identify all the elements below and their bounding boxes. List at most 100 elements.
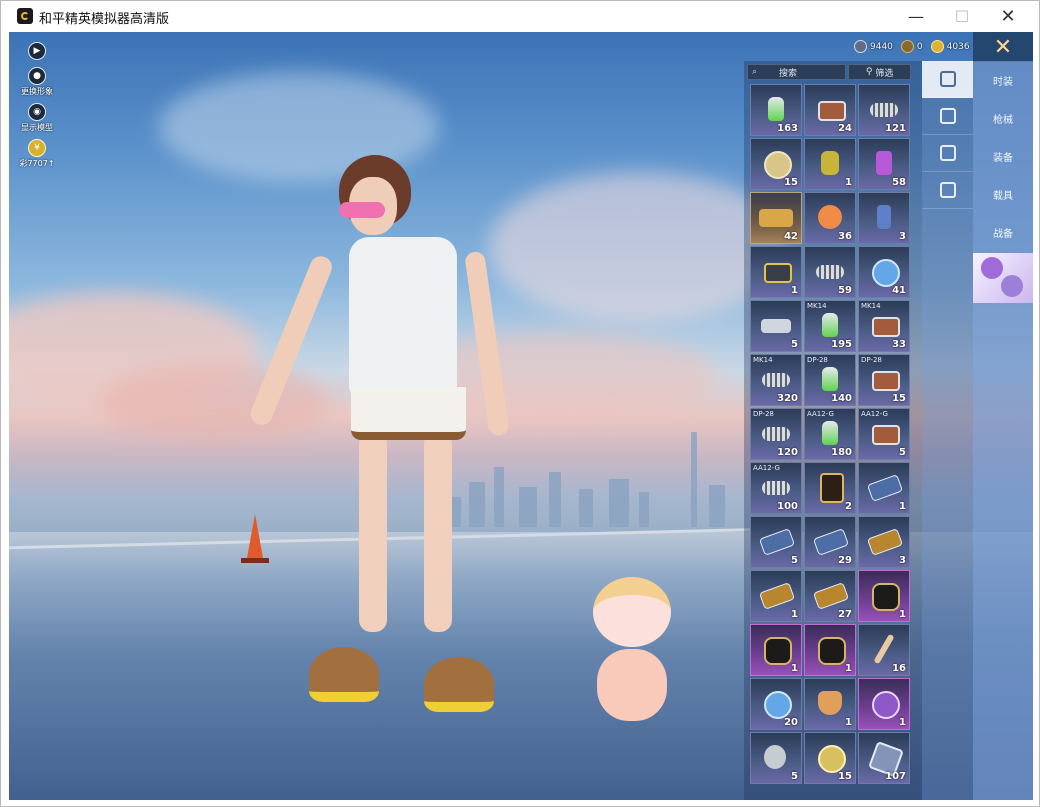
show-model-button[interactable]: ◉ 显示模型: [17, 103, 57, 133]
pet-companion[interactable]: [589, 577, 679, 727]
spring-icon: [762, 481, 790, 495]
minimize-button[interactable]: —: [893, 1, 939, 31]
inventory-slot[interactable]: MK14 195: [804, 300, 856, 352]
crate-icon: [764, 263, 792, 283]
inventory-slot[interactable]: AA12-G 100: [750, 462, 802, 514]
close-window-button[interactable]: ✕: [985, 1, 1031, 31]
item-weapon-tag: DP-28: [753, 410, 774, 418]
tab-vehicles[interactable]: 载具: [973, 175, 1033, 213]
grenade-icon: [821, 151, 839, 175]
card-category-icon: [939, 71, 956, 87]
inventory-slot[interactable]: 121: [858, 84, 910, 136]
item-quantity: 16: [892, 663, 906, 674]
inventory-slot[interactable]: 3: [858, 192, 910, 244]
inventory-slot[interactable]: AA12-G 5: [858, 408, 910, 460]
pony-event-banner[interactable]: [973, 253, 1033, 303]
green-canister-icon: [768, 97, 784, 121]
item-weapon-tag: MK14: [753, 356, 773, 364]
inventory-slot[interactable]: 5: [750, 732, 802, 784]
stick-icon: [873, 633, 895, 665]
green-canister-icon: [822, 367, 838, 391]
hud-play-button[interactable]: ▶: [17, 42, 57, 61]
item-quantity: 5: [899, 447, 906, 458]
inventory-slot[interactable]: 1: [804, 678, 856, 730]
item-quantity: 15: [784, 177, 798, 188]
inventory-slot[interactable]: DP-28 15: [858, 354, 910, 406]
tab-battle-prep[interactable]: 战备: [973, 213, 1033, 251]
inventory-slot[interactable]: MK14 33: [858, 300, 910, 352]
inventory-slot[interactable]: 42: [750, 192, 802, 244]
item-quantity: 1: [845, 717, 852, 728]
gold-coin-icon: [818, 745, 846, 773]
play-icon: ▶: [28, 42, 46, 60]
spray-bottle-icon: [877, 205, 891, 229]
inventory-slot[interactable]: 163: [750, 84, 802, 136]
item-quantity: 1: [791, 285, 798, 296]
tab-firearms[interactable]: 枪械: [973, 99, 1033, 137]
category-button[interactable]: [922, 98, 973, 135]
maximize-button[interactable]: ☐: [939, 1, 985, 31]
coin-menu-button[interactable]: ¥ 彩7707↑: [17, 139, 57, 169]
item-quantity: 29: [838, 555, 852, 566]
search-input[interactable]: ⌕ 搜索: [747, 64, 847, 80]
inventory-slot[interactable]: 58: [858, 138, 910, 190]
inventory-slot[interactable]: 5: [750, 300, 802, 352]
inventory-slot[interactable]: 1: [804, 138, 856, 190]
inventory-slot[interactable]: 27: [804, 570, 856, 622]
inventory-slot[interactable]: 1: [858, 678, 910, 730]
show-model-label: 显示模型: [21, 123, 53, 132]
coin-menu-label: 彩7707↑: [19, 159, 55, 168]
orb-icon: [872, 259, 900, 287]
character-arm: [464, 250, 510, 437]
inventory-slot[interactable]: 20: [750, 678, 802, 730]
item-quantity: 3: [899, 555, 906, 566]
inventory-slot[interactable]: 3: [858, 516, 910, 568]
inventory-slot[interactable]: 107: [858, 732, 910, 784]
spring-icon: [816, 265, 844, 279]
loot-box-icon: [818, 101, 846, 121]
inventory-slot[interactable]: 16: [858, 624, 910, 676]
item-weapon-tag: MK14: [861, 302, 881, 310]
pet-head: [593, 577, 671, 647]
category-button[interactable]: [922, 172, 973, 209]
item-quantity: 320: [777, 393, 798, 404]
item-quantity: 121: [885, 123, 906, 134]
hud-left-menu: ▶ ● 更换形象 ◉ 显示模型 ¥ 彩7707↑: [17, 42, 77, 175]
inventory-slot[interactable]: DP-28 120: [750, 408, 802, 460]
inventory-slot[interactable]: 2: [804, 462, 856, 514]
inventory-slot[interactable]: 29: [804, 516, 856, 568]
inventory-slot[interactable]: 59: [804, 246, 856, 298]
tab-equipment[interactable]: 装备: [973, 137, 1033, 175]
inventory-slot[interactable]: DP-28 140: [804, 354, 856, 406]
inventory-slot[interactable]: MK14 320: [750, 354, 802, 406]
inventory-slot[interactable]: 15: [750, 138, 802, 190]
item-weapon-tag: AA12-G: [753, 464, 780, 472]
close-panel-button[interactable]: ✕: [973, 32, 1033, 62]
coin-icon: ¥: [28, 139, 46, 157]
category-button[interactable]: [922, 135, 973, 172]
change-avatar-button[interactable]: ● 更换形象: [17, 67, 57, 97]
inventory-slot[interactable]: 36: [804, 192, 856, 244]
inventory-slot[interactable]: 1: [858, 570, 910, 622]
capybara-slipper: [424, 657, 494, 712]
inventory-panel: ⌕ 搜索 ⚲ 筛选 163 24 121 15 1 58 42 36 3 1 59 41 5 MK14 19…: [744, 61, 922, 800]
inventory-slot[interactable]: 41: [858, 246, 910, 298]
item-quantity: 120: [777, 447, 798, 458]
inventory-slot[interactable]: 1: [750, 624, 802, 676]
player-character[interactable]: [247, 147, 510, 717]
inventory-slot[interactable]: AA12-G 180: [804, 408, 856, 460]
filter-button[interactable]: ⚲ 筛选: [848, 64, 911, 80]
item-quantity: 41: [892, 285, 906, 296]
item-quantity: 15: [838, 771, 852, 782]
category-button[interactable]: [922, 61, 973, 98]
inventory-slot[interactable]: 1: [750, 246, 802, 298]
inventory-slot[interactable]: 5: [750, 516, 802, 568]
item-quantity: 163: [777, 123, 798, 134]
inventory-slot[interactable]: 1: [804, 624, 856, 676]
inventory-slot[interactable]: 1: [858, 462, 910, 514]
gold-coin-icon: [930, 40, 944, 53]
inventory-slot[interactable]: 15: [804, 732, 856, 784]
inventory-slot[interactable]: 24: [804, 84, 856, 136]
tab-fashion[interactable]: 时装: [973, 61, 1033, 99]
inventory-slot[interactable]: 1: [750, 570, 802, 622]
